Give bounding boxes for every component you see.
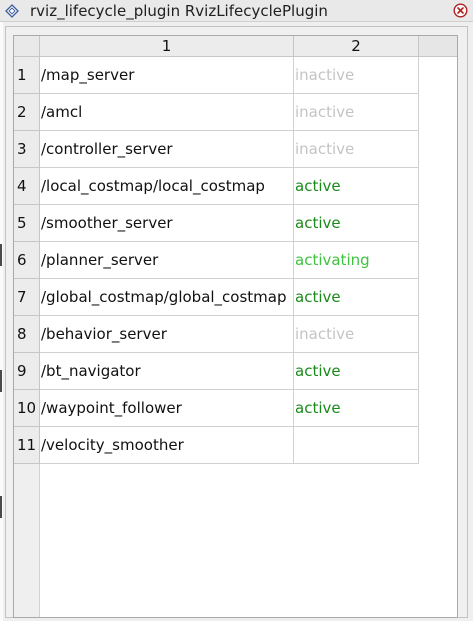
window-title: rviz_lifecycle_plugin RvizLifecyclePlugi…	[30, 2, 328, 20]
node-state-cell[interactable]: activating	[294, 242, 419, 279]
dock-edge-mark	[0, 496, 2, 518]
left-dock-strip	[0, 22, 3, 621]
node-name-cell[interactable]: /planner_server	[40, 242, 294, 279]
row-header[interactable]: 5	[14, 205, 40, 242]
row-header[interactable]: 9	[14, 353, 40, 390]
lifecycle-table[interactable]: 1 2 1/map_server inactive 2/amcl inactive 3/…	[13, 35, 458, 618]
row-header[interactable]: 10	[14, 390, 40, 427]
node-state-cell[interactable]: active	[294, 353, 419, 390]
node-state-cell[interactable]: inactive	[294, 131, 419, 168]
node-name-cell[interactable]: /amcl	[40, 94, 294, 131]
dock-edge-mark	[0, 244, 2, 266]
row-header[interactable]: 8	[14, 316, 40, 353]
row-header[interactable]: 1	[14, 57, 40, 94]
node-name-cell[interactable]: /map_server	[40, 57, 294, 94]
node-name-cell[interactable]: /behavior_server	[40, 316, 294, 353]
node-name-cell[interactable]: /controller_server	[40, 131, 294, 168]
node-state-cell[interactable]	[294, 427, 419, 464]
node-state-cell[interactable]: active	[294, 205, 419, 242]
node-state-cell[interactable]: inactive	[294, 316, 419, 353]
row-header[interactable]: 7	[14, 279, 40, 316]
node-state-cell[interactable]: inactive	[294, 57, 419, 94]
node-name-cell[interactable]: /bt_navigator	[40, 353, 294, 390]
close-icon[interactable]	[453, 3, 468, 18]
header-filler	[419, 36, 457, 57]
row-header[interactable]: 6	[14, 242, 40, 279]
node-name-cell[interactable]: /global_costmap/global_costmap	[40, 279, 294, 316]
node-state-cell[interactable]: active	[294, 390, 419, 427]
node-state-cell[interactable]: inactive	[294, 94, 419, 131]
diamond-app-icon	[5, 4, 19, 18]
table-corner-button[interactable]	[14, 36, 40, 57]
column-header-2[interactable]: 2	[294, 36, 419, 57]
dock-edge-mark	[0, 370, 2, 392]
node-state-cell[interactable]: active	[294, 279, 419, 316]
title-bar[interactable]: rviz_lifecycle_plugin RvizLifecyclePlugi…	[0, 0, 473, 22]
row-header[interactable]: 3	[14, 131, 40, 168]
node-name-cell[interactable]: /smoother_server	[40, 205, 294, 242]
node-state-cell[interactable]: active	[294, 168, 419, 205]
row-header[interactable]: 11	[14, 427, 40, 464]
row-header[interactable]: 2	[14, 94, 40, 131]
node-name-cell[interactable]: /waypoint_follower	[40, 390, 294, 427]
column-header-1[interactable]: 1	[40, 36, 294, 57]
node-name-cell[interactable]: /velocity_smoother	[40, 427, 294, 464]
row-header[interactable]: 4	[14, 168, 40, 205]
node-name-cell[interactable]: /local_costmap/local_costmap	[40, 168, 294, 205]
